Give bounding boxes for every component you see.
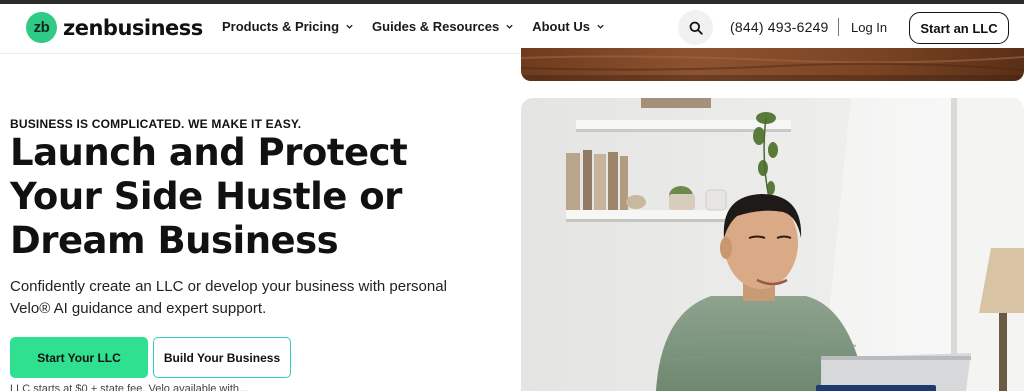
nav-item-guides-resources[interactable]: Guides & Resources [372, 19, 514, 34]
chevron-down-icon [506, 24, 513, 29]
subtext-line: Velo® AI guidance and expert support. [10, 300, 267, 317]
nav-item-label: Guides & Resources [372, 19, 500, 34]
logo-mark: zb [26, 12, 57, 43]
start-llc-header-button[interactable]: Start an LLC [909, 12, 1009, 44]
login-link[interactable]: Log In [851, 20, 887, 35]
search-button[interactable] [678, 10, 713, 45]
hero-footnote: LLC starts at $0 + state fee. Velo avail… [10, 383, 249, 391]
nav-item-about-us[interactable]: About Us [532, 19, 605, 34]
headline-line: Your Side Hustle or [10, 175, 402, 218]
header-divider [838, 18, 839, 36]
search-icon [689, 21, 703, 35]
hero-photo [521, 98, 1024, 391]
headline-line: Launch and Protect [10, 131, 408, 174]
subtext-line: Confidently create an LLC or develop you… [10, 278, 447, 295]
hero-subtext: Confidently create an LLC or develop you… [10, 276, 480, 320]
hero-eyebrow: BUSINESS IS COMPLICATED. WE MAKE IT EASY… [10, 117, 302, 131]
site-header: zb zenbusiness Products & Pricing Guides… [0, 4, 1024, 54]
hero-headline: Launch and Protect Your Side Hustle or D… [10, 131, 480, 263]
phone-link[interactable]: (844) 493-6249 [730, 19, 829, 35]
brand-logo[interactable]: zb zenbusiness [26, 12, 203, 43]
nav-item-products-pricing[interactable]: Products & Pricing [222, 19, 354, 34]
headline-line: Dream Business [10, 219, 339, 262]
chevron-down-icon [346, 24, 353, 29]
logo-wordmark: zenbusiness [63, 15, 203, 40]
build-your-business-button[interactable]: Build Your Business [153, 337, 291, 378]
chevron-down-icon [597, 24, 604, 29]
nav-item-label: About Us [532, 19, 590, 34]
main-nav: Products & Pricing Guides & Resources Ab… [222, 19, 623, 34]
nav-item-label: Products & Pricing [222, 19, 340, 34]
start-your-llc-button[interactable]: Start Your LLC [10, 337, 148, 378]
hero-image-top [521, 48, 1024, 81]
